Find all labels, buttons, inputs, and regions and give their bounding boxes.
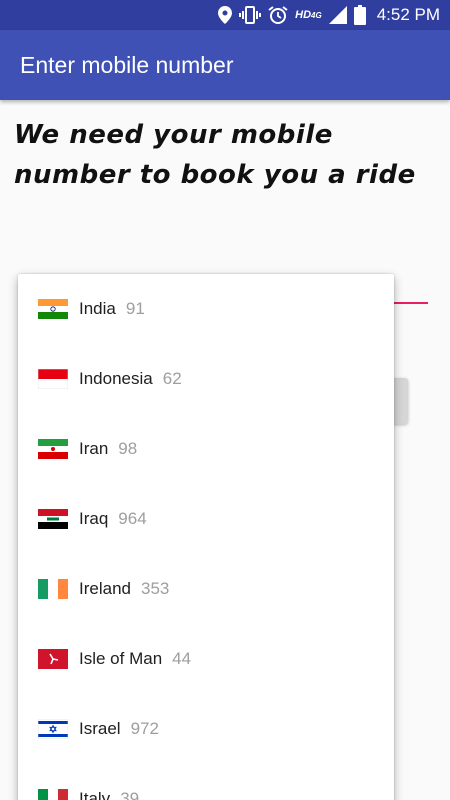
country-code: 98: [118, 439, 138, 458]
battery-icon: [353, 5, 366, 25]
country-item-iraq[interactable]: Iraq 964: [18, 484, 394, 554]
country-label: India 91: [79, 299, 145, 320]
country-label: Isle of Man 44: [79, 649, 191, 670]
country-name: Italy: [79, 789, 111, 800]
network-type-label: 4G: [311, 10, 322, 20]
country-code: 972: [130, 719, 159, 738]
country-name: Isle of Man: [79, 649, 163, 668]
country-name: India: [79, 299, 116, 318]
headline: We need your mobile number to book you a…: [14, 120, 416, 190]
country-name: Ireland: [79, 579, 131, 598]
country-name: Indonesia: [79, 369, 153, 388]
vibrate-icon: [239, 6, 262, 24]
iran-flag-icon: [38, 439, 68, 459]
country-name: Iraq: [79, 509, 109, 528]
country-item-indonesia[interactable]: Indonesia 62: [18, 344, 394, 414]
app-bar: Enter mobile number: [0, 30, 450, 100]
country-label: Iran 98: [79, 439, 137, 460]
country-item-isle-of-man[interactable]: Isle of Man 44: [18, 624, 394, 694]
location-icon: [218, 6, 233, 24]
country-name: Israel: [79, 719, 121, 738]
country-item-ireland[interactable]: Ireland 353: [18, 554, 394, 624]
country-code: 62: [162, 369, 182, 388]
india-flag-icon: [38, 299, 68, 319]
country-code: 964: [118, 509, 147, 528]
country-code: 353: [140, 579, 170, 598]
hd-label: HD: [295, 9, 312, 21]
page-title: Enter mobile number: [20, 52, 234, 78]
isle-of-man-flag-icon: [38, 649, 68, 669]
iraq-flag-icon: [38, 509, 68, 529]
status-bar: HD 4G 4:52 PM: [0, 0, 450, 30]
country-item-italy[interactable]: Italy 39: [18, 764, 394, 800]
country-label: Israel 972: [79, 719, 159, 740]
indonesia-flag-icon: [38, 369, 68, 389]
country-code: 44: [172, 649, 192, 668]
country-code: 91: [125, 299, 145, 318]
italy-flag-icon: [38, 789, 68, 800]
country-item-iran[interactable]: Iran 98: [18, 414, 394, 484]
country-label: Iraq 964: [79, 509, 147, 530]
status-time: 4:52 PM: [376, 5, 440, 24]
country-code: 39: [120, 789, 140, 800]
status-icons: HD 4G 4:52 PM: [218, 4, 440, 26]
ireland-flag-icon: [38, 579, 68, 599]
country-label: Indonesia 62: [79, 369, 182, 390]
country-label: Ireland 353: [79, 579, 169, 600]
country-item-israel[interactable]: Israel 972: [18, 694, 394, 764]
hd-icon: HD 4G: [295, 9, 322, 21]
signal-icon: [328, 6, 347, 24]
country-dropdown[interactable]: India 91 Indonesia 62 Iran 98 Iraq 964 Irela: [18, 274, 394, 800]
country-item-india[interactable]: India 91: [18, 274, 394, 344]
country-name: Iran: [79, 439, 109, 458]
country-label: Italy 39: [79, 789, 139, 800]
alarm-icon: [268, 5, 288, 25]
israel-flag-icon: [38, 719, 68, 739]
